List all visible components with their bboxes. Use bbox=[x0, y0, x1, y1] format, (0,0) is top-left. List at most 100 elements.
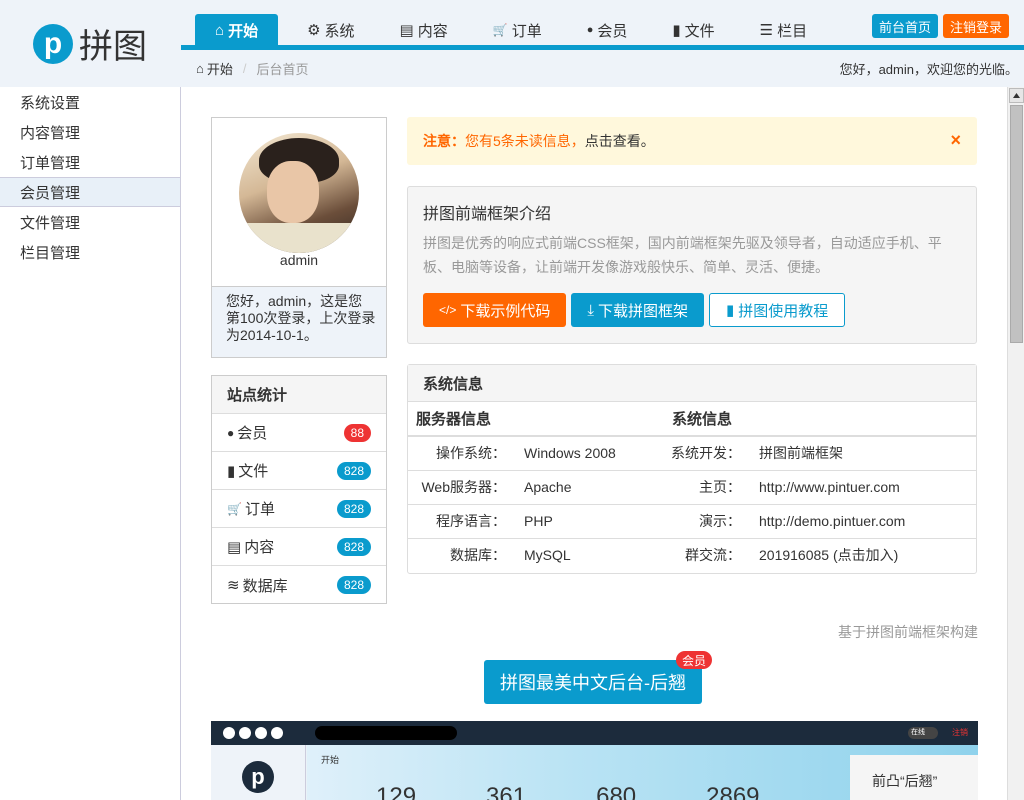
tab-label: 开始 bbox=[228, 22, 259, 40]
tab-columns[interactable]: ☰ 栏目 bbox=[744, 14, 823, 46]
preview-number: 361 bbox=[486, 783, 527, 800]
stats-row-database[interactable]: ≋ 数据库 828 bbox=[212, 566, 386, 604]
column-header: 系统信息 bbox=[664, 402, 976, 437]
logout-button[interactable]: 注销登录 bbox=[942, 14, 1009, 38]
logo[interactable]: p 拼图 bbox=[0, 0, 180, 87]
row-label: 操作系统： bbox=[408, 436, 516, 471]
sidebar: 系统设置 内容管理 订单管理 会员管理 文件管理 栏目管理 bbox=[0, 87, 181, 800]
count-badge: 88 bbox=[343, 423, 371, 442]
row-label: 程序语言： bbox=[408, 504, 516, 539]
profile-name: admin bbox=[279, 252, 319, 268]
breadcrumb-current: 后台首页 bbox=[256, 61, 309, 77]
file-text-icon: ▤ bbox=[399, 22, 414, 39]
system-info-panel: 系统信息 服务器信息 系统信息 操作系统： Windows 2008 系统开发：… bbox=[407, 364, 977, 574]
header: p 拼图 ⌂ 开始 ⚙ 系统 ▤ 内容 🛒 订单 ● 会员 ▮ 文件 ☰ 栏目 bbox=[0, 0, 1024, 87]
user-icon: ● bbox=[227, 425, 235, 440]
row-value: Apache bbox=[516, 470, 664, 505]
row-label: Web服务器： bbox=[408, 470, 516, 505]
close-icon[interactable]: × bbox=[950, 131, 961, 149]
row-value: 拼图前端框架 bbox=[751, 436, 976, 471]
list-icon: ☰ bbox=[759, 22, 774, 39]
logo-mark-icon: p bbox=[33, 23, 73, 64]
welcome-text: 您好，admin，欢迎您的光临。 bbox=[839, 61, 1018, 77]
button-label: 拼图使用教程 bbox=[738, 302, 829, 320]
sidebar-item-system[interactable]: 系统设置 bbox=[0, 87, 180, 117]
avatar[interactable] bbox=[239, 133, 359, 253]
tab-label: 文件 bbox=[684, 22, 715, 40]
preview-number: 129 bbox=[376, 783, 417, 800]
tab-system[interactable]: ⚙ 系统 bbox=[291, 14, 370, 46]
alert-strong: 注意： bbox=[423, 133, 465, 149]
preview-logout: 注销 bbox=[952, 728, 968, 737]
showcase-button-label: 拼图最美中文后台-后翘 bbox=[499, 673, 687, 694]
front-home-button[interactable]: 前台首页 bbox=[871, 14, 938, 38]
tab-files[interactable]: ▮ 文件 bbox=[656, 14, 730, 46]
button-label: 下载拼图框架 bbox=[598, 302, 689, 320]
tutorial-button[interactable]: ▮ 拼图使用教程 bbox=[709, 293, 846, 327]
database-icon: ≋ bbox=[227, 577, 240, 594]
count-badge: 828 bbox=[336, 499, 371, 518]
code-icon: </> bbox=[439, 303, 457, 317]
tab-orders[interactable]: 🛒 订单 bbox=[477, 14, 558, 46]
alert-link[interactable]: 点击查看。 bbox=[585, 131, 655, 151]
preview-logo: p bbox=[242, 761, 274, 793]
demo-link[interactable]: http://demo.pintuer.com bbox=[751, 504, 976, 539]
breadcrumb-separator: / bbox=[242, 60, 247, 76]
profile-card: admin 您好，admin，这是您第100次登录，上次登录为2014-10-1… bbox=[211, 117, 387, 358]
tab-label: 栏目 bbox=[777, 22, 808, 40]
header-buttons: 前台首页 注销登录 bbox=[871, 14, 1009, 38]
logo-text: 拼图 bbox=[79, 27, 147, 67]
stats-row-members[interactable]: ● 会员 88 bbox=[212, 414, 386, 452]
sidebar-item-members[interactable]: 会员管理 bbox=[0, 177, 180, 207]
table-row: 操作系统： Windows 2008 系统开发： 拼图前端框架 bbox=[408, 436, 976, 471]
sidebar-item-content[interactable]: 内容管理 bbox=[0, 117, 180, 147]
preview-breadcrumb: 开始 bbox=[321, 755, 340, 765]
breadcrumb-home[interactable]: ⌂ 开始 bbox=[196, 59, 233, 78]
count-badge: 828 bbox=[336, 461, 371, 480]
tab-content[interactable]: ▤ 内容 bbox=[384, 14, 464, 46]
top-nav: ⌂ 开始 ⚙ 系统 ▤ 内容 🛒 订单 ● 会员 ▮ 文件 ☰ 栏目 bbox=[181, 14, 836, 46]
file-icon: ▮ bbox=[227, 462, 236, 480]
scroll-up-icon[interactable] bbox=[1009, 88, 1024, 103]
stats-label: 数据库 bbox=[242, 577, 288, 595]
preview-card: 前凸“后翘” bbox=[850, 755, 978, 800]
stats-row-orders[interactable]: 🛒 订单 828 bbox=[212, 490, 386, 528]
tab-label: 订单 bbox=[511, 22, 542, 40]
homepage-link[interactable]: http://www.pintuer.com bbox=[751, 470, 976, 505]
download-framework-button[interactable]: ⤓ 下载拼图框架 bbox=[571, 293, 705, 327]
row-value: MySQL bbox=[524, 547, 571, 564]
stats-row-files[interactable]: ▮ 文件 828 bbox=[212, 452, 386, 490]
column-header: 服务器信息 bbox=[408, 402, 664, 437]
download-code-button[interactable]: </> 下载示例代码 bbox=[423, 293, 567, 327]
row-label: 群交流： bbox=[685, 547, 741, 564]
sidebar-item-files[interactable]: 文件管理 bbox=[0, 207, 180, 237]
download-icon: ⤓ bbox=[587, 301, 595, 319]
preview-numbers: 129 361 680 2869 bbox=[376, 783, 760, 800]
main-content: admin 您好，admin，这是您第100次登录，上次登录为2014-10-1… bbox=[182, 87, 1007, 800]
system-info-title: 系统信息 bbox=[408, 365, 976, 402]
sidebar-item-orders[interactable]: 订单管理 bbox=[0, 147, 180, 177]
cart-icon: 🛒 bbox=[492, 23, 508, 37]
tab-members[interactable]: ● 会员 bbox=[571, 14, 644, 46]
stats-row-content[interactable]: ▤ 内容 828 bbox=[212, 528, 386, 566]
site-stats-title: 站点统计 bbox=[212, 376, 386, 414]
tab-start[interactable]: ⌂ 开始 bbox=[195, 14, 279, 46]
scrollbar[interactable] bbox=[1007, 87, 1024, 800]
row-value: PHP bbox=[516, 504, 664, 539]
preview-search bbox=[315, 726, 457, 740]
preview-image: 在线 注销 p 开始 129 361 680 2869 前凸“后翘” bbox=[211, 721, 978, 800]
sidebar-item-columns[interactable]: 栏目管理 bbox=[0, 237, 180, 267]
group-link[interactable]: 201916085 (点击加入) bbox=[751, 538, 976, 572]
tab-label: 会员 bbox=[597, 22, 628, 40]
showcase-button[interactable]: 拼图最美中文后台-后翘 会员 bbox=[484, 651, 712, 704]
preview-toolbar bbox=[211, 721, 306, 745]
home-icon: ⌂ bbox=[196, 60, 204, 76]
site-stats: 站点统计 ● 会员 88 ▮ 文件 828 🛒 订单 828 ▤ 内容 828 ≋ 数据库… bbox=[211, 375, 387, 604]
table-row: 数据库： MySQL 群交流： 201916085 (点击加入) bbox=[408, 538, 976, 572]
count-badge: 828 bbox=[336, 576, 371, 594]
member-badge: 会员 bbox=[675, 651, 712, 669]
table-row: Web服务器： Apache 主页： http://www.pintuer.co… bbox=[408, 470, 976, 505]
table-row: 程序语言： PHP 演示： http://demo.pintuer.com bbox=[408, 504, 976, 539]
scrollbar-thumb[interactable] bbox=[1010, 105, 1023, 343]
tab-label: 内容 bbox=[417, 22, 448, 40]
